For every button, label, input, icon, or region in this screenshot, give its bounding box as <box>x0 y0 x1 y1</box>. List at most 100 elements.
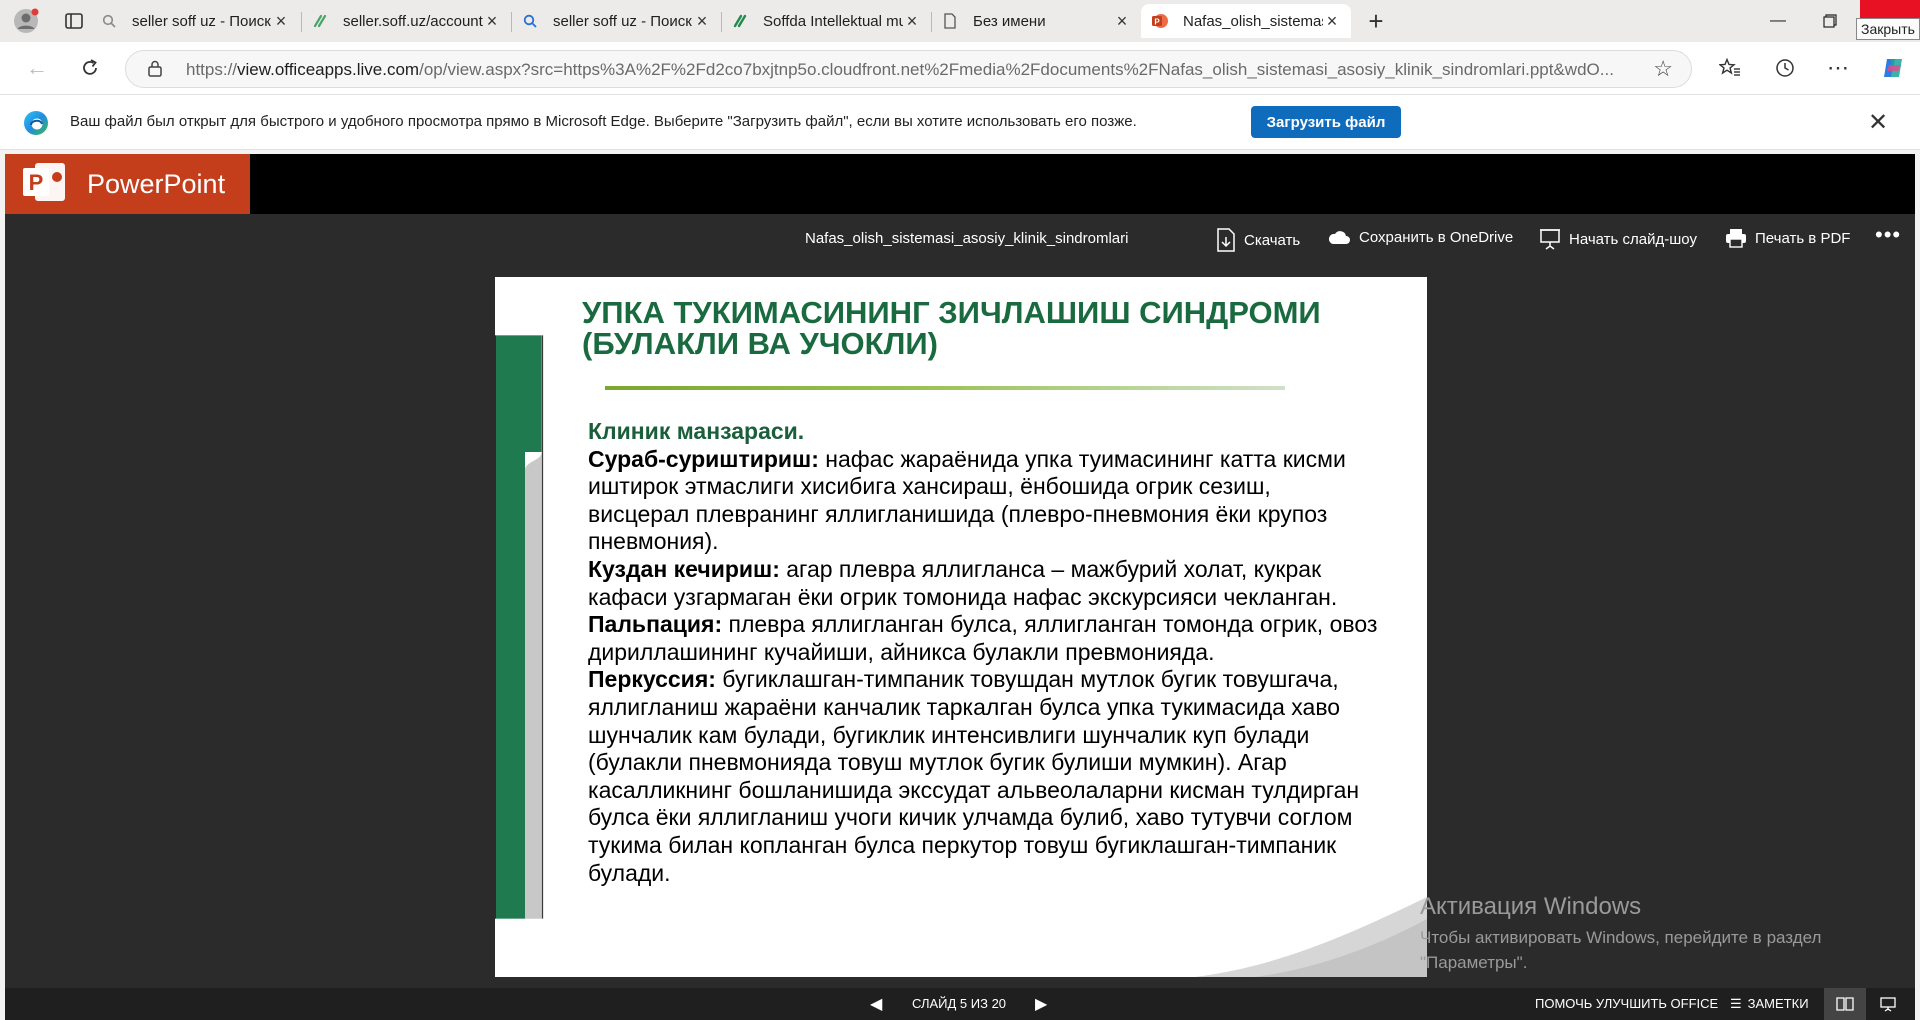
slide-body: Клиник манзараси. Сураб-суриштириш: нафа… <box>588 418 1378 887</box>
title-underline <box>605 386 1285 390</box>
close-icon[interactable]: × <box>483 11 501 31</box>
url-path: /op/view.aspx?src=https%3A%2F%2Fd2co7bxj… <box>419 60 1614 79</box>
tab-soff-login[interactable]: seller.soff.uz/account/login × <box>301 4 511 38</box>
paragraph-label: Перкуссия: <box>588 666 716 693</box>
address-toolbar: ← https://view.officeapps.live.com/op/vi… <box>0 42 1920 94</box>
search-icon <box>100 12 118 30</box>
tab-powerpoint-active[interactable]: P Nafas_olish_sistemasi_asosi × <box>1141 4 1351 38</box>
url-text[interactable]: https://view.officeapps.live.com/op/view… <box>186 60 1636 80</box>
slide-green-decoration <box>495 335 544 919</box>
print-pdf-label: Печать в PDF <box>1755 229 1851 247</box>
download-file-button[interactable]: Загрузить файл <box>1251 106 1401 138</box>
copilot-icon[interactable] <box>1878 53 1908 83</box>
favorites-icon[interactable] <box>1715 53 1745 83</box>
slideshow-icon <box>1540 229 1560 250</box>
tab-search-2[interactable]: seller soff uz - Поиск × <box>511 4 721 38</box>
slide-corner-decoration <box>1195 897 1427 977</box>
viewer-status-bar: ◀ СЛАЙД 5 ИЗ 20 ▶ ПОМОЧЬ УЛУЧШИТЬ OFFICE… <box>5 988 1915 1020</box>
save-onedrive-button[interactable]: Сохранить в OneDrive <box>1327 228 1513 246</box>
search-icon <box>521 12 539 30</box>
lock-icon[interactable] <box>148 60 162 82</box>
info-message: Ваш файл был открыт для быстрого и удобн… <box>70 113 1137 130</box>
minimize-icon[interactable]: — <box>1755 0 1801 42</box>
slide-subtitle: Клиник манзараси. <box>588 418 805 444</box>
next-slide-icon[interactable]: ▶ <box>1035 994 1047 1014</box>
tab-soff-intellektual[interactable]: Soffda Intellektual mulklari × <box>721 4 931 38</box>
tab-label: seller soff uz - Поиск <box>132 12 271 30</box>
paragraph-text: бугиклашган-тимпаник товушдан мутлок буг… <box>588 666 1360 886</box>
powerpoint-logo-icon: P <box>21 159 67 210</box>
svg-text:P: P <box>1154 18 1160 27</box>
download-icon <box>1217 228 1235 252</box>
save-onedrive-label: Сохранить в OneDrive <box>1359 228 1514 246</box>
tab-label: Nafas_olish_sistemasi_asosi <box>1183 12 1323 30</box>
cloud-icon <box>1328 231 1350 244</box>
app-name: PowerPoint <box>87 168 226 199</box>
notes-icon: ☰ <box>1730 996 1742 1011</box>
favorite-star-icon[interactable]: ☆ <box>1653 56 1673 82</box>
activation-watermark-text: Чтобы активировать Windows, перейдите в … <box>1420 925 1821 975</box>
tab-untitled[interactable]: Без имени × <box>931 4 1141 38</box>
slideshow-view-button[interactable] <box>1867 988 1909 1020</box>
slideshow-view-icon <box>1880 997 1896 1012</box>
slide-canvas: УПКА ТУКИМАСИНИНГ ЗИЧЛАШИШ СИНДРОМИ (БУЛ… <box>495 277 1427 977</box>
page-icon <box>941 12 959 30</box>
close-icon[interactable]: × <box>903 11 921 31</box>
refresh-icon[interactable] <box>75 53 105 83</box>
edge-icon <box>22 109 50 142</box>
close-icon[interactable]: × <box>272 11 290 31</box>
help-improve-office-link[interactable]: ПОМОЧЬ УЛУЧШИТЬ OFFICE <box>1535 996 1718 1011</box>
slide-title: УПКА ТУКИМАСИНИНГ ЗИЧЛАШИШ СИНДРОМИ (БУЛ… <box>582 295 1321 361</box>
document-title: Nafas_olish_sistemasi_asosiy_klinik_sind… <box>805 230 1129 247</box>
slideshow-label: Начать слайд-шоу <box>1569 230 1697 248</box>
tab-label: seller soff uz - Поиск <box>553 12 692 30</box>
more-menu-icon[interactable]: ⋯ <box>1823 53 1853 83</box>
office-app-header: P PowerPoint <box>5 154 1915 214</box>
viewer-command-bar: Nafas_olish_sistemasi_asosiy_klinik_sind… <box>5 214 1915 264</box>
previous-slide-icon[interactable]: ◀ <box>870 994 882 1014</box>
file-info-bar: Ваш файл был открыт для быстрого и удобн… <box>0 94 1920 150</box>
reading-view-icon <box>1836 997 1854 1011</box>
close-icon[interactable]: × <box>1323 11 1341 31</box>
tab-label: Без имени <box>973 12 1046 30</box>
powerpoint-icon: P <box>1151 12 1169 30</box>
soff-icon <box>311 12 329 30</box>
paragraph-label: Куздан кечириш: <box>588 555 780 582</box>
watermark-line: "Параметры". <box>1420 953 1528 972</box>
paragraph-palpation: Пальпация: плевра яллигланган булса, ялл… <box>588 611 1378 666</box>
restore-icon[interactable] <box>1807 0 1853 42</box>
tab-label: seller.soff.uz/account/login <box>343 12 483 30</box>
more-options-icon[interactable]: ••• <box>1875 222 1901 248</box>
svg-text:P: P <box>29 170 44 195</box>
notes-button[interactable]: ☰ ЗАМЕТКИ <box>1730 996 1809 1012</box>
paragraph-history: Сураб-суриштириш: нафас жараёнида упка т… <box>588 446 1378 556</box>
address-bar[interactable]: https://view.officeapps.live.com/op/view… <box>125 50 1692 88</box>
tab-label: Soffda Intellektual mulklari <box>763 12 903 30</box>
tab-search-1[interactable]: seller soff uz - Поиск × <box>90 4 300 38</box>
start-slideshow-button[interactable]: Начать слайд-шоу <box>1539 228 1697 250</box>
soff-icon <box>731 12 749 30</box>
close-icon[interactable]: × <box>693 11 711 31</box>
printer-icon <box>1726 229 1746 248</box>
new-tab-icon[interactable]: + <box>1362 6 1390 36</box>
powerpoint-brand[interactable]: P PowerPoint <box>5 154 250 214</box>
paragraph-label: Сураб-суриштириш: <box>588 445 819 472</box>
url-host: view.officeapps.live.com <box>237 60 420 79</box>
tab-actions-icon[interactable] <box>60 7 88 35</box>
close-tooltip: Закрыть <box>1856 18 1920 40</box>
download-button[interactable]: Скачать <box>1216 228 1300 252</box>
url-scheme: https:// <box>186 60 238 79</box>
close-icon[interactable]: ✕ <box>1868 108 1888 137</box>
download-label: Скачать <box>1244 231 1301 249</box>
print-pdf-button[interactable]: Печать в PDF <box>1725 228 1850 248</box>
back-icon[interactable]: ← <box>22 53 52 83</box>
paragraph-percussion: Перкуссия: бугиклашган-тимпаник товушдан… <box>588 666 1378 887</box>
history-icon[interactable] <box>1770 53 1800 83</box>
reading-view-button[interactable] <box>1824 988 1866 1020</box>
profile-icon[interactable] <box>12 7 40 35</box>
slide-counter: СЛАЙД 5 ИЗ 20 <box>912 996 1007 1011</box>
paragraph-inspection: Куздан кечириш: агар плевра яллигланса –… <box>588 556 1378 611</box>
browser-tab-bar: seller soff uz - Поиск × seller.soff.uz/… <box>0 0 1920 42</box>
notes-label: ЗАМЕТКИ <box>1747 996 1809 1011</box>
close-icon[interactable]: × <box>1113 11 1131 31</box>
